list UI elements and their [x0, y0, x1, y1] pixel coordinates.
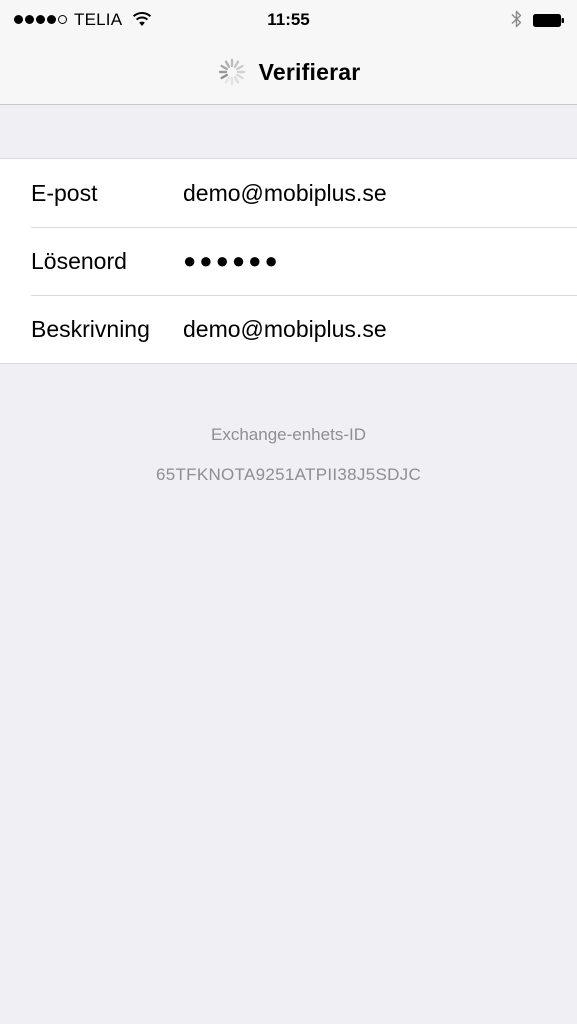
password-field[interactable]: ●●●●●●: [183, 227, 281, 295]
status-bar: TELIA 11:55: [0, 0, 577, 40]
password-label: Lösenord: [31, 248, 127, 274]
device-id-value: 65TFKNOTA9251ATPII38J5SDJC: [155, 465, 422, 484]
email-row[interactable]: E-post demo@mobiplus.se: [0, 159, 577, 227]
email-label: E-post: [31, 180, 98, 206]
status-time: 11:55: [267, 10, 310, 29]
page-title: Verifierar: [258, 58, 361, 85]
nav-title-group: Verifierar: [0, 40, 577, 104]
password-row[interactable]: Lösenord ●●●●●●: [0, 227, 577, 295]
spinner-icon: [218, 58, 245, 86]
description-row[interactable]: Beskrivning demo@mobiplus.se: [0, 295, 577, 363]
battery-icon: [533, 14, 564, 27]
description-label: Beskrivning: [31, 316, 150, 342]
description-field[interactable]: demo@mobiplus.se: [183, 295, 387, 363]
bluetooth-icon: [511, 10, 522, 28]
navigation-bar: Verifierar: [0, 40, 577, 105]
account-form: E-post demo@mobiplus.se Lösenord ●●●●●● …: [0, 158, 577, 364]
device-id-label: Exchange-enhets-ID: [211, 425, 366, 444]
email-field[interactable]: demo@mobiplus.se: [183, 159, 387, 227]
screen: TELIA 11:55 Verifierar E-post demo@mobip…: [0, 0, 577, 1027]
